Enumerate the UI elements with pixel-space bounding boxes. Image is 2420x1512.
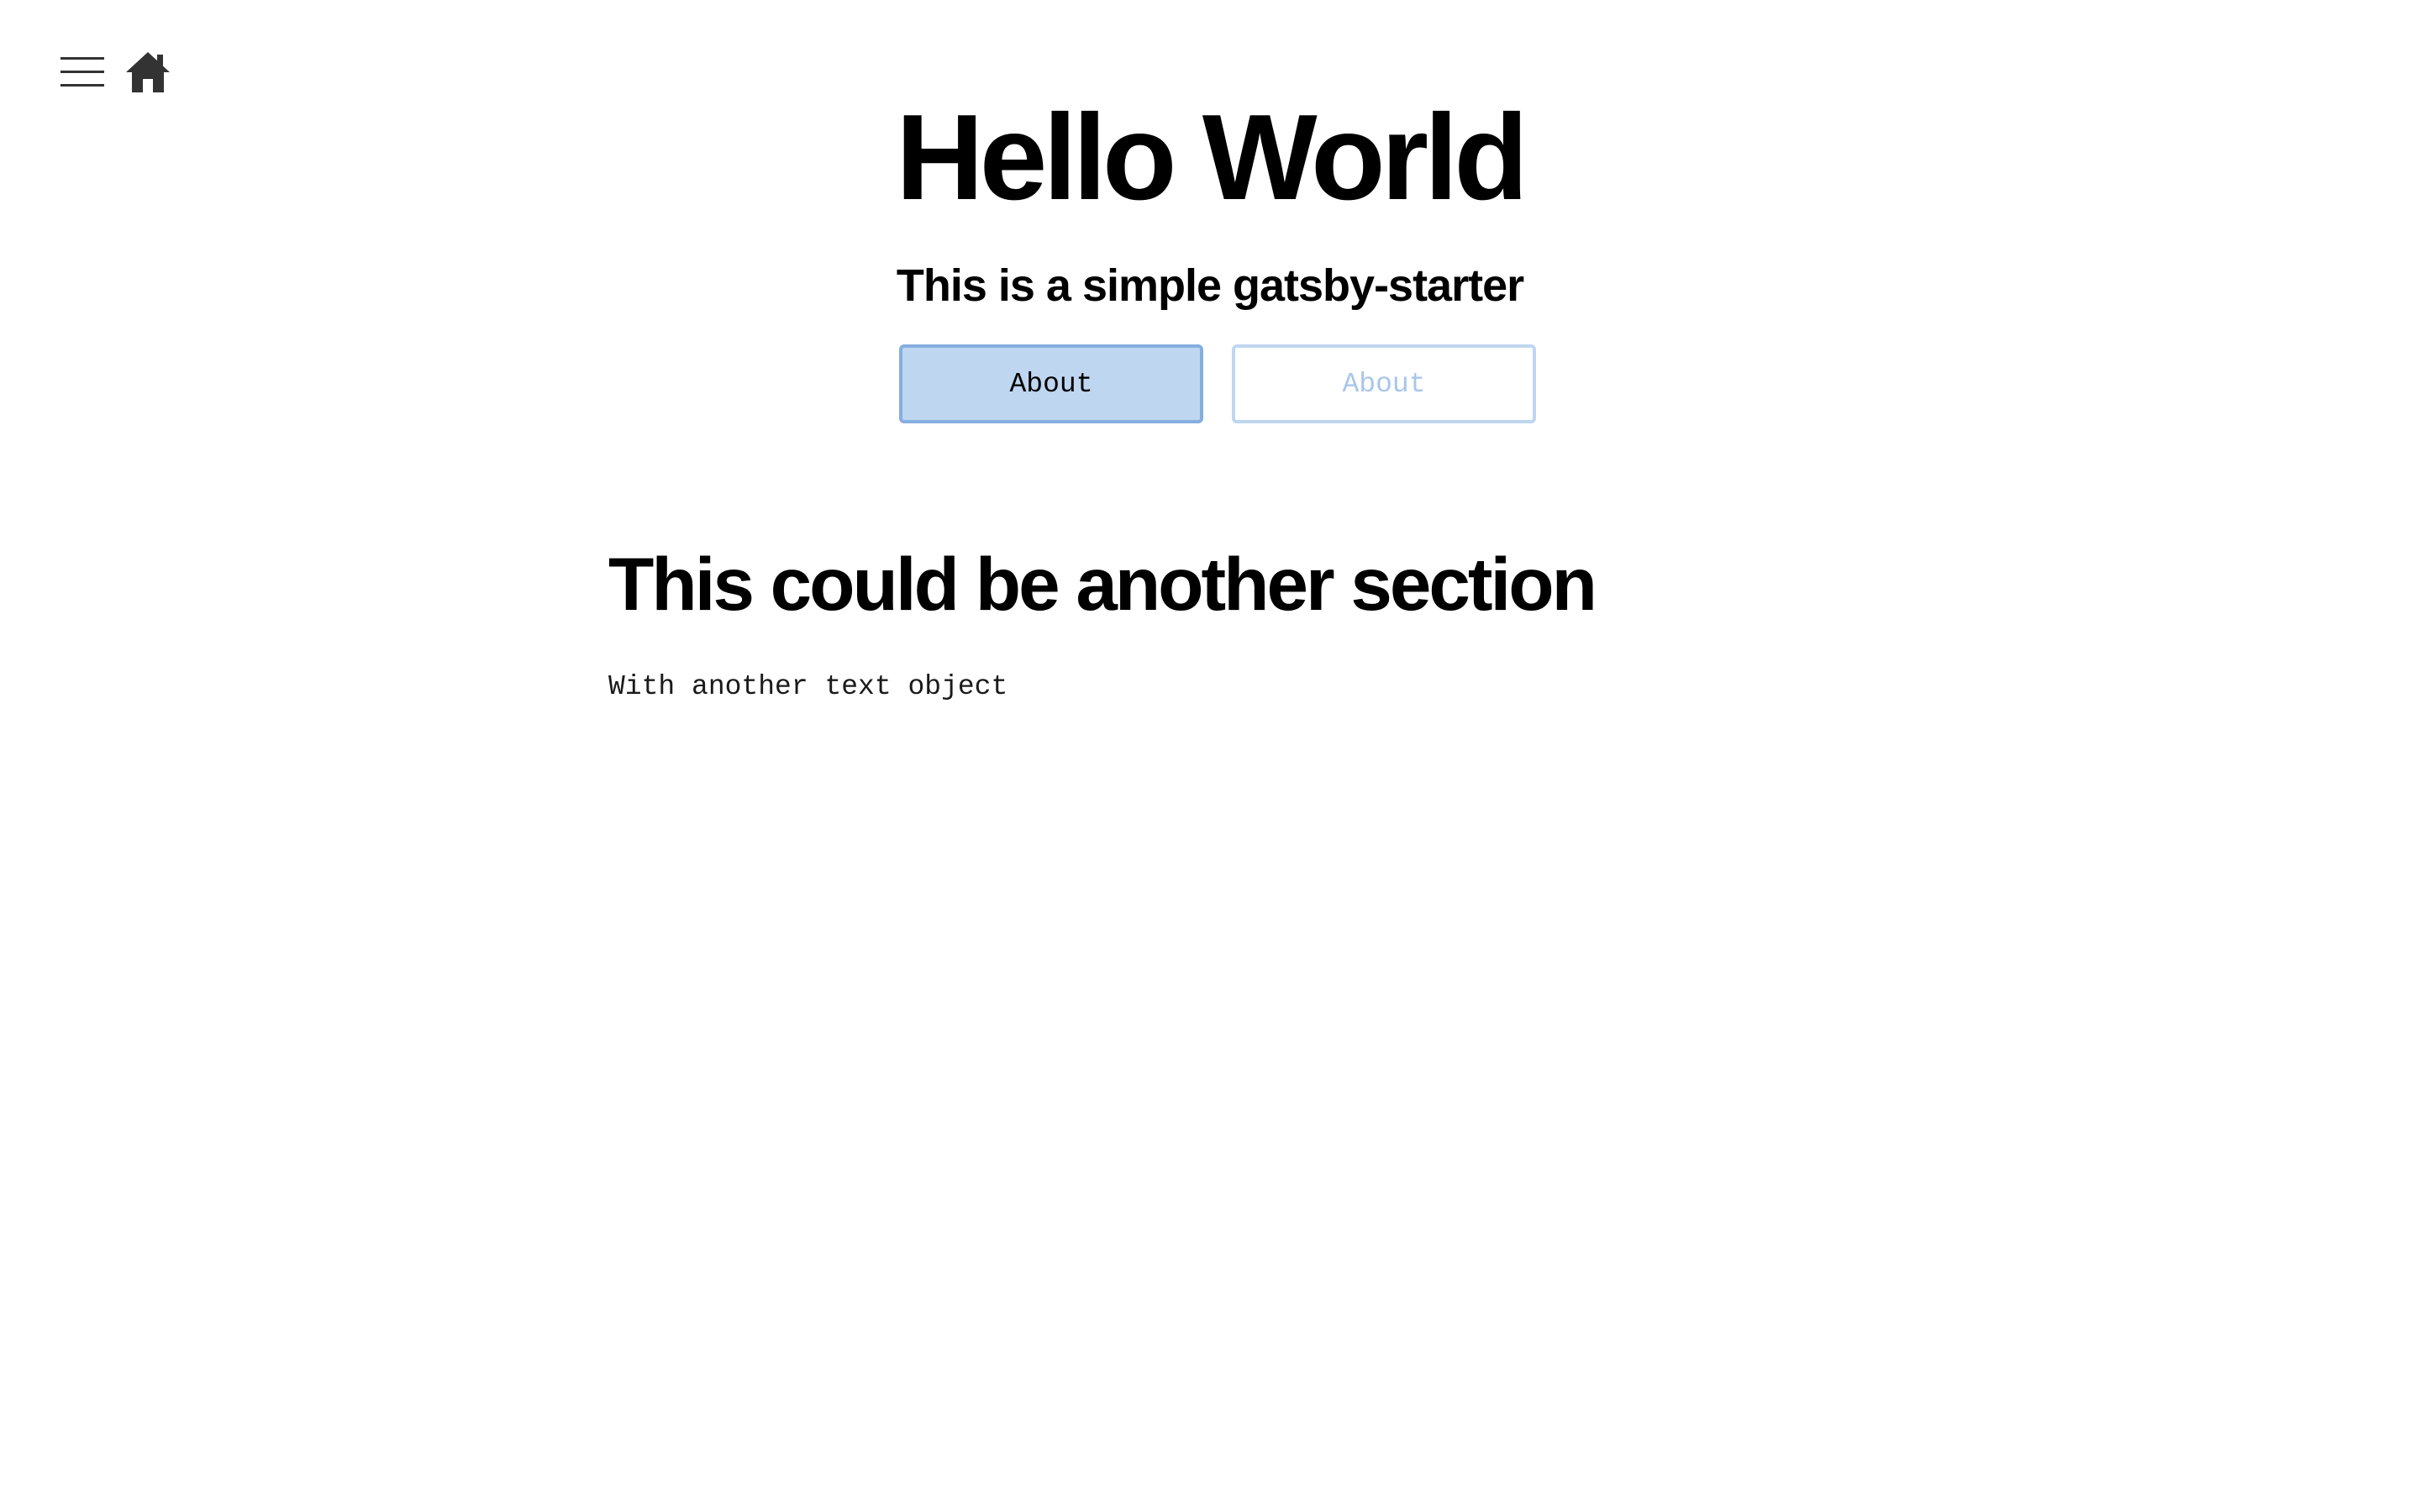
about-button-outline[interactable]: About: [1232, 344, 1536, 423]
page-subtitle: This is a simple gatsby-starter: [896, 260, 1524, 311]
section-text: With another text object: [608, 671, 1008, 702]
about-button-primary[interactable]: About: [899, 344, 1203, 423]
section-heading: This could be another section: [608, 542, 1597, 626]
page-title: Hello World: [896, 89, 1528, 225]
hamburger-menu-icon: [60, 57, 104, 87]
hero-button-row: About About: [899, 344, 1536, 423]
